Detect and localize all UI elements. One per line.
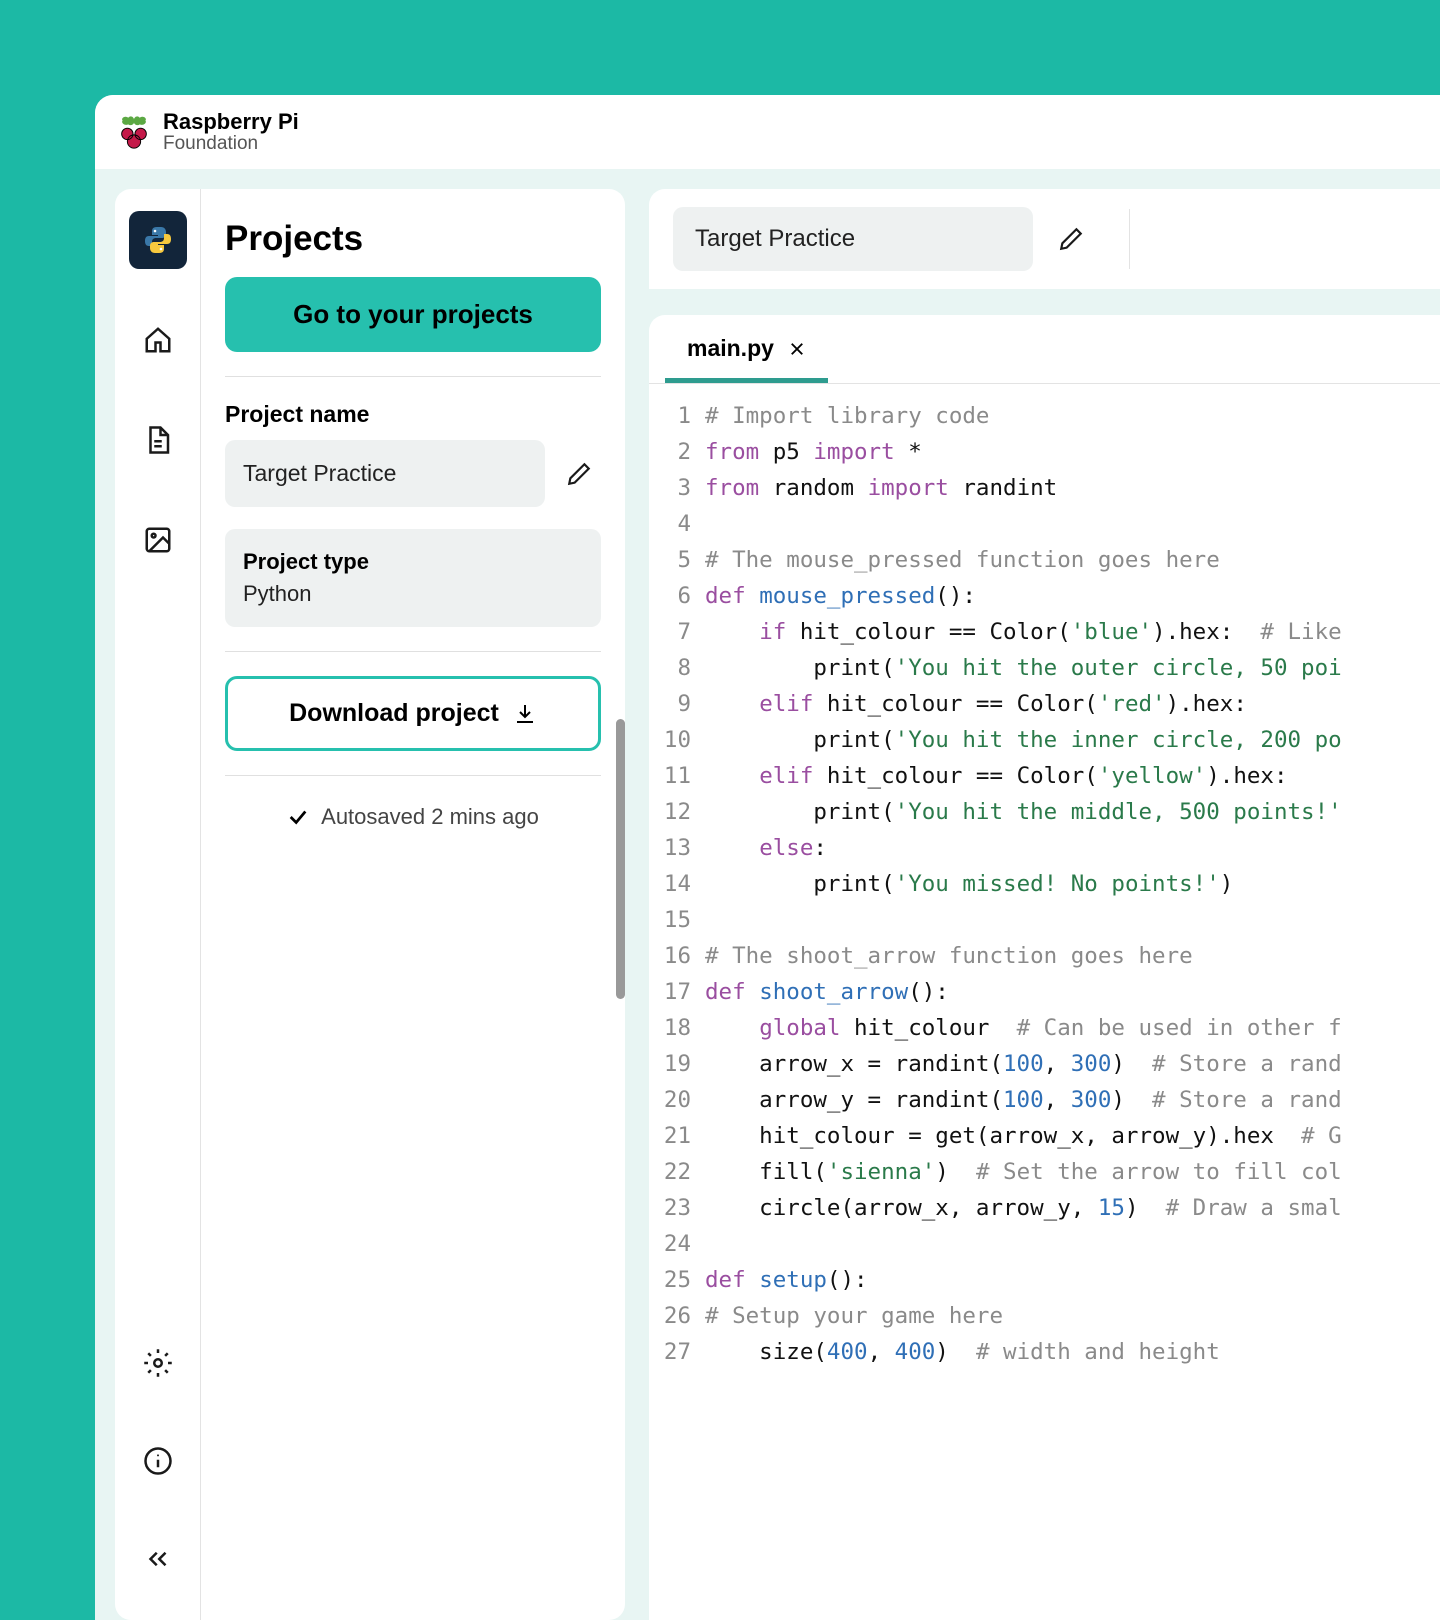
autosave-text: Autosaved 2 mins ago	[321, 804, 539, 830]
panel-title: Projects	[225, 219, 601, 259]
file-icon	[143, 425, 173, 455]
tab-main-py[interactable]: main.py	[665, 315, 828, 383]
image-icon	[143, 525, 173, 555]
rail-item-image[interactable]	[129, 511, 187, 569]
rail-item-file[interactable]	[129, 411, 187, 469]
project-type-value: Python	[243, 581, 583, 607]
download-project-button[interactable]: Download project	[225, 676, 601, 751]
divider	[225, 775, 601, 776]
brand-header: Raspberry Pi Foundation	[95, 95, 1440, 169]
go-to-projects-button[interactable]: Go to your projects	[225, 277, 601, 352]
panel-scrollbar[interactable]	[616, 719, 625, 999]
raspberry-pi-logo-icon	[115, 113, 153, 151]
title-separator	[1129, 209, 1130, 269]
brand-name: Raspberry Pi	[163, 109, 299, 135]
download-label: Download project	[289, 699, 499, 728]
edit-name-button[interactable]	[557, 452, 601, 496]
line-gutter: 1234567891011121314151617181920212223242…	[649, 398, 705, 1606]
code-editor: main.py 12345678910111213141516171819202…	[649, 315, 1440, 1620]
editor-column: Target Practice main.py 1234567891011121…	[649, 189, 1440, 1620]
editor-title-bar: Target Practice	[649, 189, 1440, 289]
project-name-label: Project name	[225, 401, 601, 428]
check-icon	[287, 806, 309, 828]
rail-item-home[interactable]	[129, 311, 187, 369]
code-area[interactable]: 1234567891011121314151617181920212223242…	[649, 384, 1440, 1620]
project-type-box: Project type Python	[225, 529, 601, 627]
close-icon[interactable]	[788, 340, 806, 358]
chevron-double-left-icon	[143, 1544, 173, 1574]
project-name-field[interactable]: Target Practice	[225, 440, 545, 507]
app-window: Raspberry Pi Foundation	[95, 95, 1440, 1620]
divider	[225, 376, 601, 377]
icon-rail	[115, 189, 201, 1620]
tab-label: main.py	[687, 335, 774, 362]
gear-icon	[143, 1348, 173, 1378]
projects-panel: Projects Go to your projects Project nam…	[201, 189, 625, 1620]
brand-subtitle: Foundation	[163, 133, 299, 155]
divider	[225, 651, 601, 652]
code-lines: # Import library codefrom p5 import *fro…	[705, 398, 1440, 1606]
rail-item-python[interactable]	[129, 211, 187, 269]
project-title-chip: Target Practice	[673, 207, 1033, 271]
home-icon	[143, 325, 173, 355]
rail-item-settings[interactable]	[129, 1334, 187, 1392]
autosave-status: Autosaved 2 mins ago	[225, 804, 601, 830]
pencil-icon	[566, 461, 592, 487]
pencil-icon	[1058, 226, 1084, 252]
info-icon	[143, 1446, 173, 1476]
rail-item-info[interactable]	[129, 1432, 187, 1490]
main-layout: Projects Go to your projects Project nam…	[95, 169, 1440, 1620]
edit-title-button[interactable]	[1049, 217, 1093, 261]
python-icon	[142, 224, 174, 256]
project-type-label: Project type	[243, 549, 583, 575]
rail-item-collapse[interactable]	[129, 1530, 187, 1588]
download-icon	[513, 702, 537, 726]
brand-text: Raspberry Pi Foundation	[163, 109, 299, 155]
tab-row: main.py	[649, 315, 1440, 384]
side-column: Projects Go to your projects Project nam…	[115, 189, 625, 1620]
